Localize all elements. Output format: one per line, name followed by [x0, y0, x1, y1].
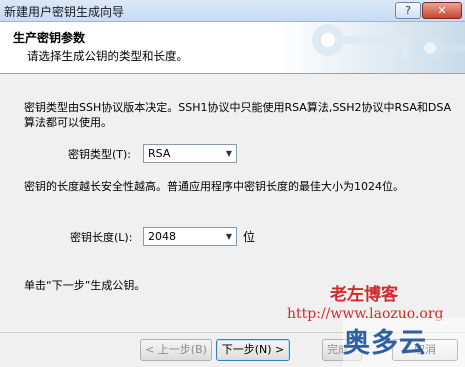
key-length-label: 密钥长度(L): [70, 231, 133, 244]
back-button[interactable]: < 上一步(B) [140, 339, 212, 361]
brand-watermark: 奥多云 [343, 318, 465, 367]
key-type-select[interactable]: RSA ▼ [143, 144, 237, 163]
help-button[interactable]: ? [395, 2, 421, 19]
key-illustration-icon [280, 22, 465, 73]
key-length-description: 密钥的长度越长安全性越高。普通应用程序中密钥长度的最佳大小为1024位。 [24, 180, 404, 193]
key-length-select[interactable]: 2048 ▼ [143, 227, 237, 246]
key-length-unit: 位 [243, 230, 256, 244]
chevron-down-icon: ▼ [225, 149, 232, 158]
key-length-value: 2048 [148, 230, 176, 243]
next-button[interactable]: 下一步(N) > [216, 339, 290, 361]
brand-logo: 奥多云 [343, 328, 427, 359]
window-title: 新建用户密钥生成向导 [4, 5, 125, 19]
key-type-description: 密钥类型由SSH协议版本决定。SSH1协议中只能使用RSA算法,SSH2协议中R… [24, 101, 452, 129]
page-title: 生产密钥参数 [13, 31, 86, 45]
key-type-label: 密钥类型(T): [68, 148, 132, 161]
watermark-name: 老左博客 [330, 285, 398, 305]
next-step-hint: 单击“下一步”生成公钥。 [24, 279, 146, 292]
wizard-header: 生产密钥参数 请选择生成公钥的类型和长度。 [0, 22, 465, 74]
page-subtitle: 请选择生成公钥的类型和长度。 [27, 49, 188, 63]
key-type-value: RSA [148, 147, 171, 160]
title-bar: 新建用户密钥生成向导 ? ✕ [0, 0, 465, 22]
chevron-down-icon: ▼ [225, 232, 232, 241]
close-button[interactable]: ✕ [422, 2, 462, 19]
wizard-content: 密钥类型由SSH协议版本决定。SSH1协议中只能使用RSA算法,SSH2协议中R… [0, 74, 465, 332]
